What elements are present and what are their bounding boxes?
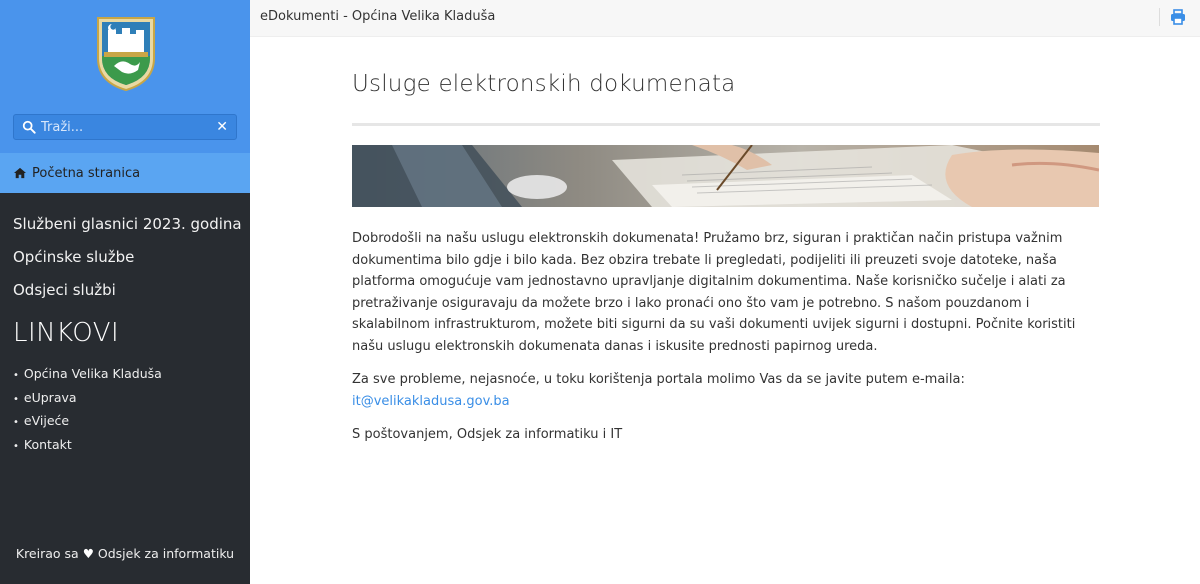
search-input[interactable]: [41, 119, 217, 135]
content-body: Dobrodošli na našu uslugu elektronskih d…: [352, 228, 1100, 446]
heart-icon: ♥: [82, 546, 94, 561]
sidebar: ✕ Početna stranica Službeni glasnici 202…: [0, 0, 250, 584]
footer-suffix: Odsjek za informatiku: [97, 546, 235, 561]
link-euprava[interactable]: eUprava: [13, 389, 162, 413]
home-icon: [14, 167, 26, 179]
links-heading: LINKOVI: [13, 318, 120, 348]
app-title: eDokumenti - Općina Velika Kladuša: [260, 9, 496, 24]
main-content: Usluge elektronskih dokumenata Dobrodošl…: [352, 37, 1100, 458]
sidebar-item-home[interactable]: Početna stranica: [0, 153, 250, 193]
support-email-link[interactable]: it@velikakladusa.gov.ba: [352, 394, 510, 409]
sidebar-item-opcinske-sluzbe[interactable]: Općinske službe: [13, 245, 242, 278]
sidebar-header: ✕: [0, 0, 250, 153]
sidebar-item-sluzbeni-glasnici[interactable]: Službeni glasnici 2023. godina: [13, 212, 242, 245]
top-bar: eDokumenti - Općina Velika Kladuša: [250, 0, 1200, 37]
coat-of-arms-logo[interactable]: [94, 12, 158, 92]
clear-icon[interactable]: ✕: [216, 119, 228, 135]
support-paragraph: Za sve probleme, nejasnoće, u toku koriš…: [352, 369, 1100, 412]
link-opcina[interactable]: Općina Velika Kladuša: [13, 365, 162, 389]
banner-image: [352, 145, 1099, 207]
support-text: Za sve probleme, nejasnoće, u toku koriš…: [352, 372, 965, 387]
footer-prefix: Kreirao sa: [15, 546, 79, 561]
links-list: Općina Velika Kladuša eUprava eVijeće Ko…: [13, 365, 162, 459]
toolbar-divider: [1159, 8, 1160, 26]
page-title: Usluge elektronskih dokumenata: [352, 71, 736, 97]
sidebar-menu: Službeni glasnici 2023. godina Općinske …: [13, 212, 242, 311]
print-icon[interactable]: [1170, 9, 1186, 25]
signature: S poštovanjem, Odsjek za informatiku i I…: [352, 427, 623, 442]
sidebar-footer: Kreirao sa ♥ Odsjek za informatiku: [0, 546, 250, 561]
search-icon: [22, 120, 36, 134]
sidebar-item-odsjeci-sluzbi[interactable]: Odsjeci službi: [13, 278, 242, 311]
intro-paragraph: Dobrodošli na našu uslugu elektronskih d…: [352, 231, 1076, 354]
title-divider: [352, 123, 1100, 126]
sidebar-item-home-label: Početna stranica: [32, 165, 141, 181]
link-kontakt[interactable]: Kontakt: [13, 436, 162, 460]
search-box[interactable]: ✕: [13, 114, 237, 140]
link-evijece[interactable]: eVijeće: [13, 412, 162, 436]
